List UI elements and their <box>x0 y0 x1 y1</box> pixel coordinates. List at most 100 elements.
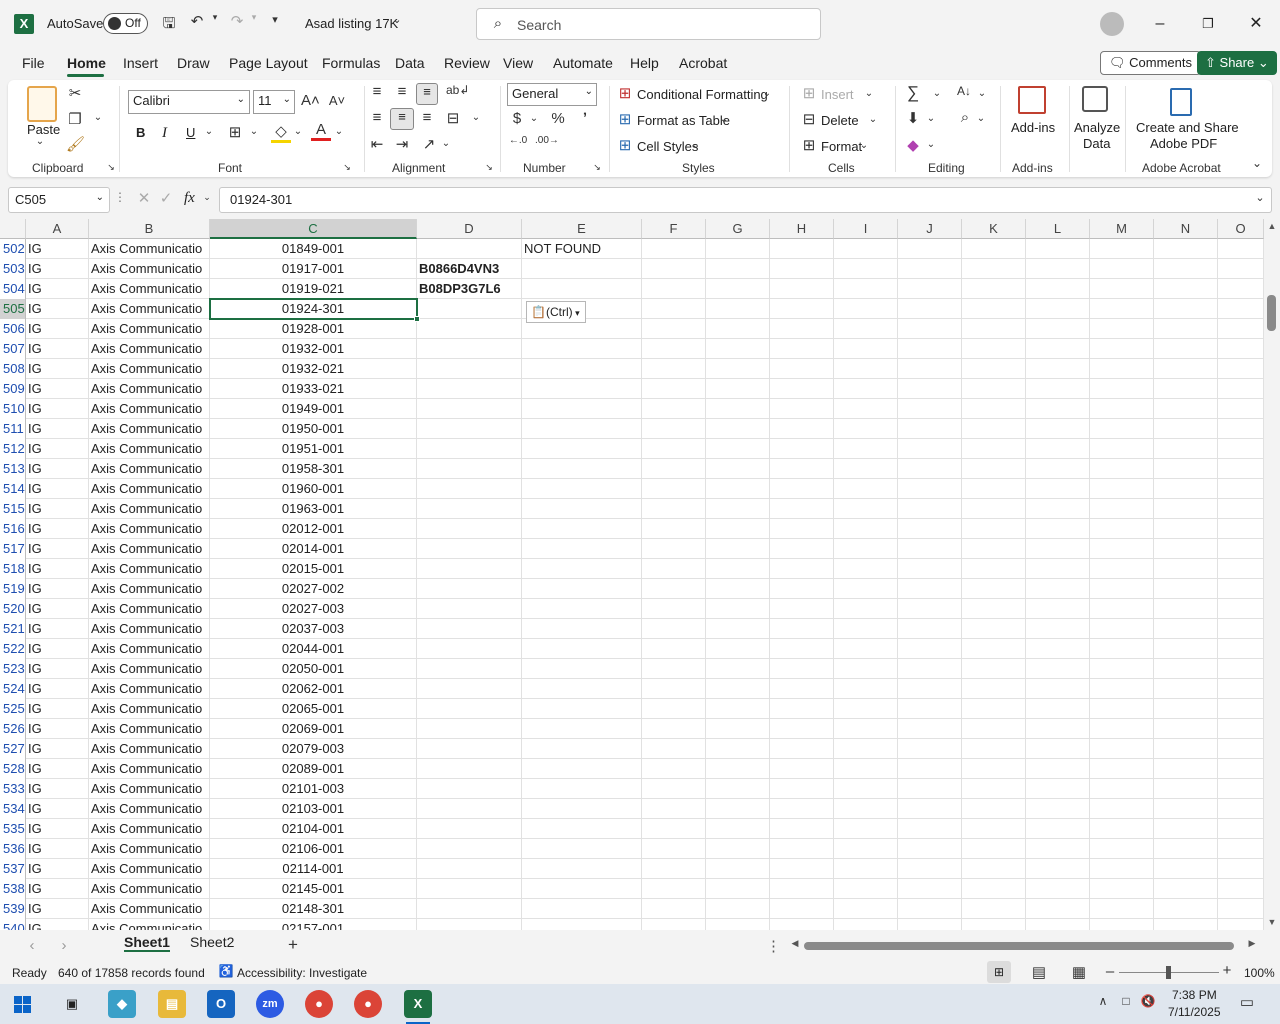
cell-empty[interactable] <box>834 879 898 899</box>
row-header[interactable]: 537 <box>0 859 26 879</box>
cell-empty[interactable] <box>1026 259 1090 279</box>
cell-empty[interactable] <box>962 659 1026 679</box>
cell-empty[interactable] <box>962 299 1026 319</box>
cell-d[interactable]: B0866D4VN3 <box>417 259 522 279</box>
align-center-button[interactable]: ≡ <box>390 108 414 130</box>
cell-empty[interactable] <box>834 859 898 879</box>
row-header[interactable]: 540 <box>0 919 26 930</box>
cell-empty[interactable] <box>962 859 1026 879</box>
cell-c[interactable]: 02101-003 <box>210 779 417 799</box>
cell-d[interactable] <box>417 719 522 739</box>
copy-icon[interactable]: ❐ <box>66 110 84 128</box>
cell-empty[interactable] <box>1026 299 1090 319</box>
cell-empty[interactable] <box>1218 559 1264 579</box>
cell-e[interactable] <box>522 639 642 659</box>
cell-empty[interactable] <box>1026 339 1090 359</box>
cell-empty[interactable] <box>1218 699 1264 719</box>
cell-a[interactable]: IG <box>26 499 89 519</box>
row-header[interactable]: 520 <box>0 599 26 619</box>
cell-empty[interactable] <box>1090 619 1154 639</box>
row-header[interactable]: 536 <box>0 839 26 859</box>
cell-empty[interactable] <box>1154 399 1218 419</box>
cell-empty[interactable] <box>1026 399 1090 419</box>
cell-empty[interactable] <box>898 439 962 459</box>
cell-empty[interactable] <box>706 519 770 539</box>
cell-empty[interactable] <box>898 759 962 779</box>
format-as-table-button[interactable]: Format as Table <box>637 113 730 128</box>
borders-dropdown-icon[interactable]: ⌄ <box>249 126 259 137</box>
cell-empty[interactable] <box>898 719 962 739</box>
cell-empty[interactable] <box>1090 879 1154 899</box>
cell-empty[interactable] <box>1026 739 1090 759</box>
cell-empty[interactable] <box>706 919 770 930</box>
cell-d[interactable] <box>417 359 522 379</box>
cell-empty[interactable] <box>706 339 770 359</box>
cell-empty[interactable] <box>706 599 770 619</box>
row-header[interactable]: 538 <box>0 879 26 899</box>
cell-empty[interactable] <box>706 839 770 859</box>
decrease-indent-icon[interactable]: ⇤ <box>368 135 386 153</box>
cell-empty[interactable] <box>1154 619 1218 639</box>
worksheet-grid[interactable]: A B C D E F G H I J K L M N O 502 IG Axis Communicatio 018… <box>0 219 1264 930</box>
cell-empty[interactable] <box>1218 499 1264 519</box>
decrease-decimal-icon[interactable]: .00→ <box>535 135 559 146</box>
cell-empty[interactable] <box>770 799 834 819</box>
align-top-icon[interactable]: ≡ <box>368 83 386 100</box>
cell-empty[interactable] <box>898 319 962 339</box>
fill-dropdown-icon[interactable]: ⌄ <box>926 113 936 124</box>
row-header[interactable]: 516 <box>0 519 26 539</box>
column-header-i[interactable]: I <box>834 219 898 239</box>
clear-icon[interactable]: ◆ <box>904 136 922 154</box>
tab-automate[interactable]: Automate <box>553 55 613 71</box>
cell-empty[interactable] <box>962 339 1026 359</box>
row-header[interactable]: 518 <box>0 559 26 579</box>
formula-bar-menu-icon[interactable]: ⋮ <box>114 190 126 204</box>
cell-e[interactable] <box>522 759 642 779</box>
cell-empty[interactable] <box>706 239 770 259</box>
cell-empty[interactable] <box>898 399 962 419</box>
cell-empty[interactable] <box>770 419 834 439</box>
cell-empty[interactable] <box>706 279 770 299</box>
cell-empty[interactable] <box>770 899 834 919</box>
create-pdf-line2[interactable]: Adobe PDF <box>1150 136 1217 151</box>
cell-c[interactable]: 01963-001 <box>210 499 417 519</box>
cell-a[interactable]: IG <box>26 899 89 919</box>
cell-d[interactable] <box>417 679 522 699</box>
cell-empty[interactable] <box>642 719 706 739</box>
row-header[interactable]: 519 <box>0 579 26 599</box>
cell-empty[interactable] <box>1154 599 1218 619</box>
cell-c[interactable]: 02103-001 <box>210 799 417 819</box>
cell-c[interactable]: 02069-001 <box>210 719 417 739</box>
windows-start-icon[interactable] <box>14 996 31 1013</box>
cell-d[interactable] <box>417 379 522 399</box>
cell-empty[interactable] <box>1154 339 1218 359</box>
undo-icon[interactable]: ↶ <box>188 12 206 30</box>
cell-empty[interactable] <box>898 339 962 359</box>
cell-empty[interactable] <box>1026 599 1090 619</box>
cell-b[interactable]: Axis Communicatio <box>89 259 210 279</box>
cell-empty[interactable] <box>642 259 706 279</box>
cell-b[interactable]: Axis Communicatio <box>89 299 210 319</box>
customize-toolbar-icon[interactable]: ▾ <box>268 13 282 26</box>
cell-empty[interactable] <box>706 859 770 879</box>
cell-empty[interactable] <box>1026 819 1090 839</box>
accessibility-status[interactable]: Accessibility: Investigate <box>237 966 367 980</box>
cell-empty[interactable] <box>1154 779 1218 799</box>
cell-empty[interactable] <box>962 519 1026 539</box>
cell-empty[interactable] <box>642 819 706 839</box>
add-ins-icon[interactable] <box>1018 86 1046 114</box>
cell-a[interactable]: IG <box>26 759 89 779</box>
insert-function-button[interactable]: fx <box>184 190 195 207</box>
cell-empty[interactable] <box>962 779 1026 799</box>
cell-c[interactable]: 02062-001 <box>210 679 417 699</box>
cell-c[interactable]: 01919-021 <box>210 279 417 299</box>
restore-icon[interactable]: ❐ <box>1196 12 1220 36</box>
comments-button[interactable]: 🗨 Comments <box>1100 51 1201 75</box>
conditional-formatting-dropdown-icon[interactable]: ⌄ <box>762 88 772 99</box>
redo-dropdown-icon[interactable]: ▾ <box>249 12 259 23</box>
cell-d[interactable] <box>417 799 522 819</box>
cell-b[interactable]: Axis Communicatio <box>89 239 210 259</box>
cell-empty[interactable] <box>706 659 770 679</box>
cell-e[interactable] <box>522 579 642 599</box>
column-header-e[interactable]: E <box>522 219 642 239</box>
